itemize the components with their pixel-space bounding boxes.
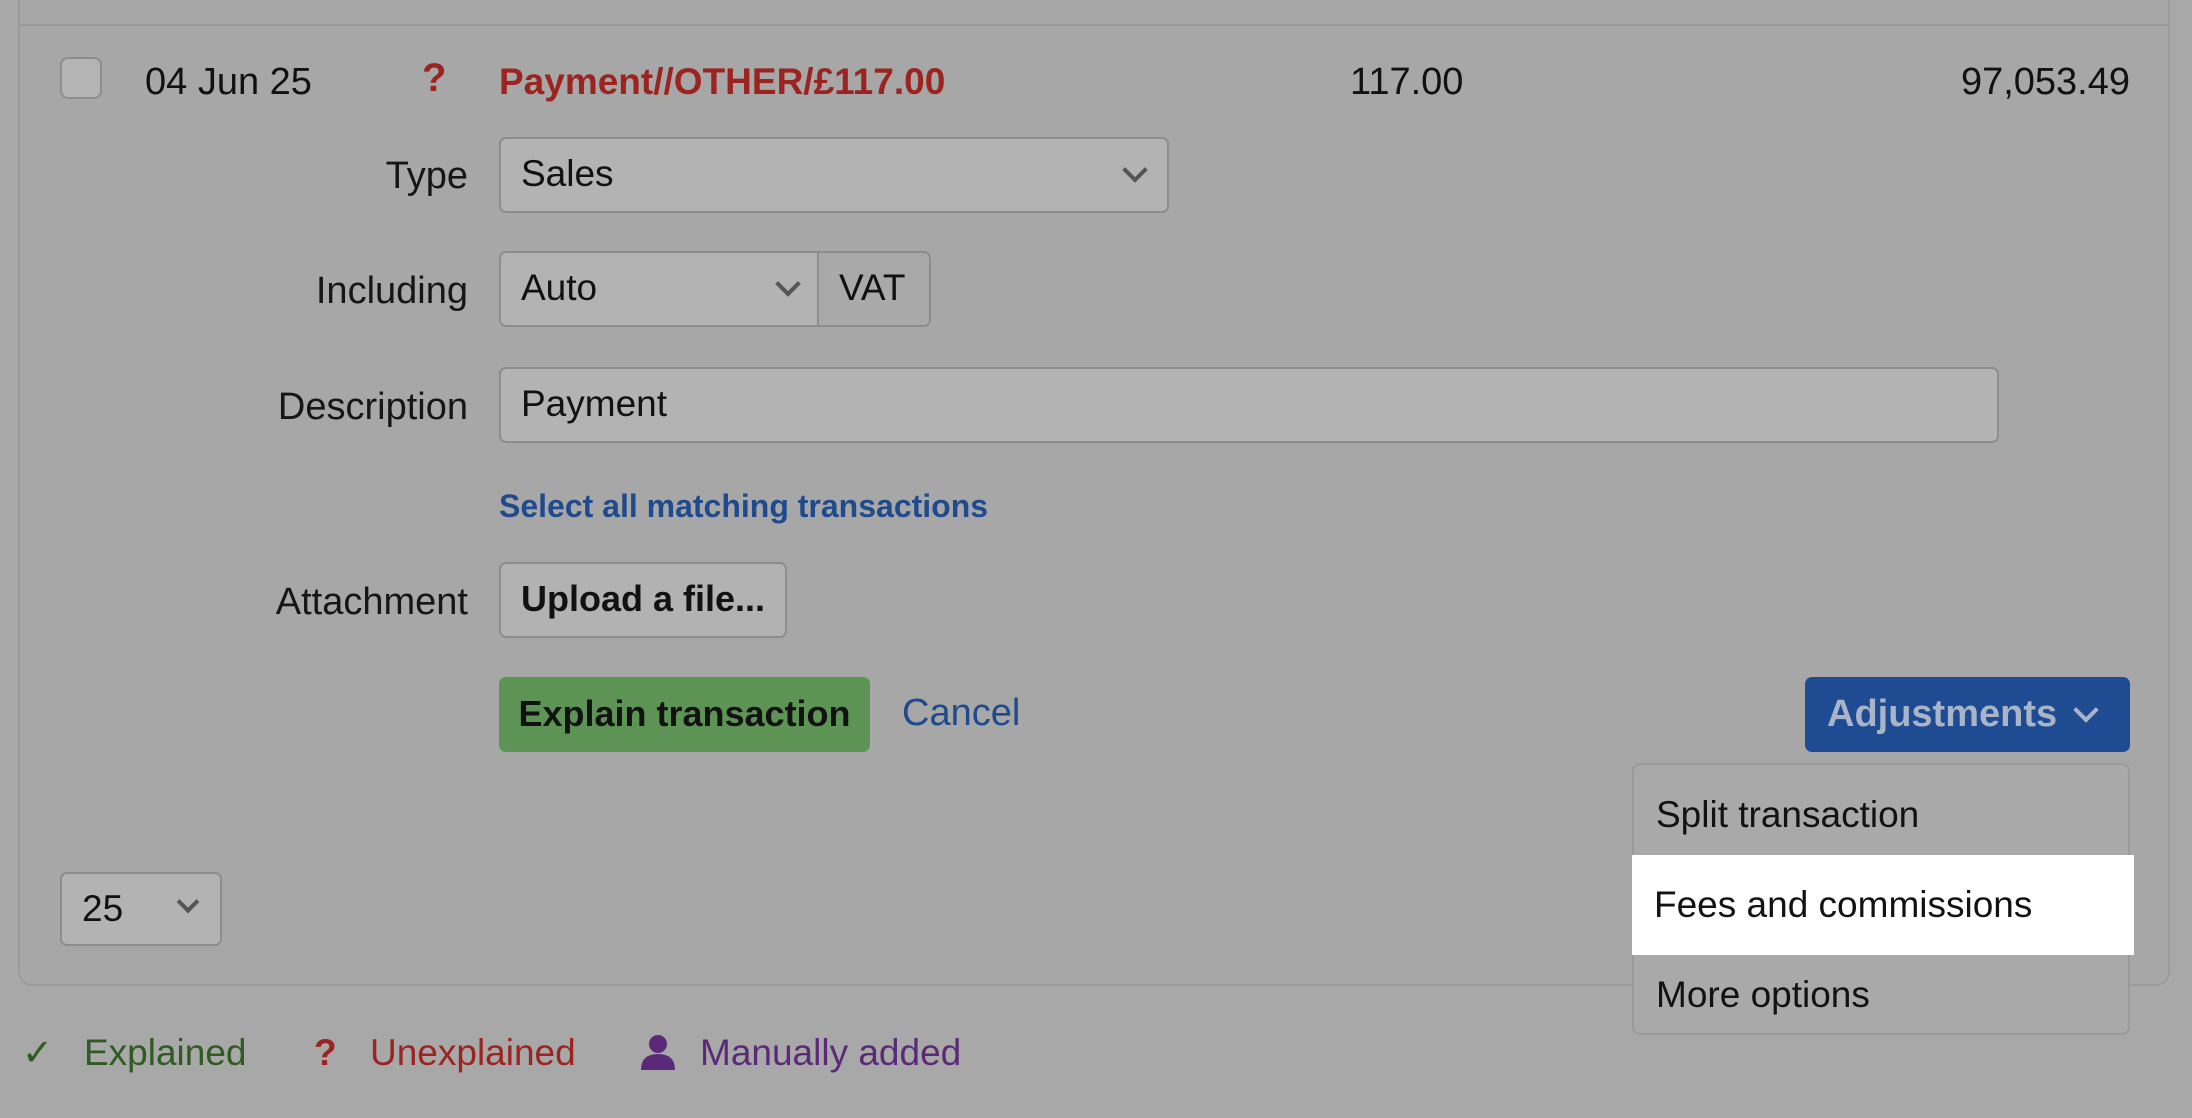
chevron-down-icon [775,271,801,297]
check-icon: ✓ [22,1032,54,1073]
description-label: Description [277,386,468,428]
cancel-link[interactable]: Cancel [902,692,1020,735]
legend-explained: Explained [84,1032,247,1073]
including-select-value: Auto [521,267,598,308]
type-label: Type [385,155,468,197]
menu-item-fees-and-commissions[interactable]: Fees and commissions [1632,855,2134,955]
user-icon [638,1032,678,1072]
row-balance: 97,053.49 [1960,61,2130,103]
including-select[interactable]: Auto [499,251,819,327]
type-select[interactable]: Sales [499,137,1169,213]
row-checkbox[interactable] [60,57,102,99]
adjustments-menu: Split transaction Fees and commissions M… [1632,763,2134,1035]
description-input[interactable]: Payment [499,367,1999,443]
row-date: 04 Jun 25 [145,61,312,103]
explain-transaction-button[interactable]: Explain transaction [499,677,870,752]
chevron-down-icon [1122,157,1148,183]
row-amount: 117.00 [1350,61,1464,103]
legend-manually-added: Manually added [700,1032,962,1073]
adjustments-button-label: Adjustments [1827,693,2058,735]
divider [18,24,2170,26]
menu-item-more-options[interactable]: More options [1634,945,2128,1045]
chevron-down-icon [176,890,200,914]
menu-item-split-transaction[interactable]: Split transaction [1634,765,2128,865]
attachment-label: Attachment [275,581,468,623]
legend-unexplained: Unexplained [370,1032,576,1073]
type-select-value: Sales [521,153,614,194]
per-page-value: 25 [82,888,124,929]
vat-addon: VAT [817,251,931,327]
adjustments-button[interactable]: Adjustments [1805,677,2130,752]
row-description[interactable]: Payment//OTHER/£117.00 [499,58,945,106]
per-page-select[interactable]: 25 [60,872,222,946]
including-label: Including [315,270,468,312]
upload-file-button[interactable]: Upload a file... [499,562,787,638]
chevron-down-icon [2073,697,2099,723]
question-mark-icon: ? [314,1032,337,1073]
select-all-matching-link[interactable]: Select all matching transactions [499,488,988,525]
question-mark-icon: ? [422,56,447,100]
